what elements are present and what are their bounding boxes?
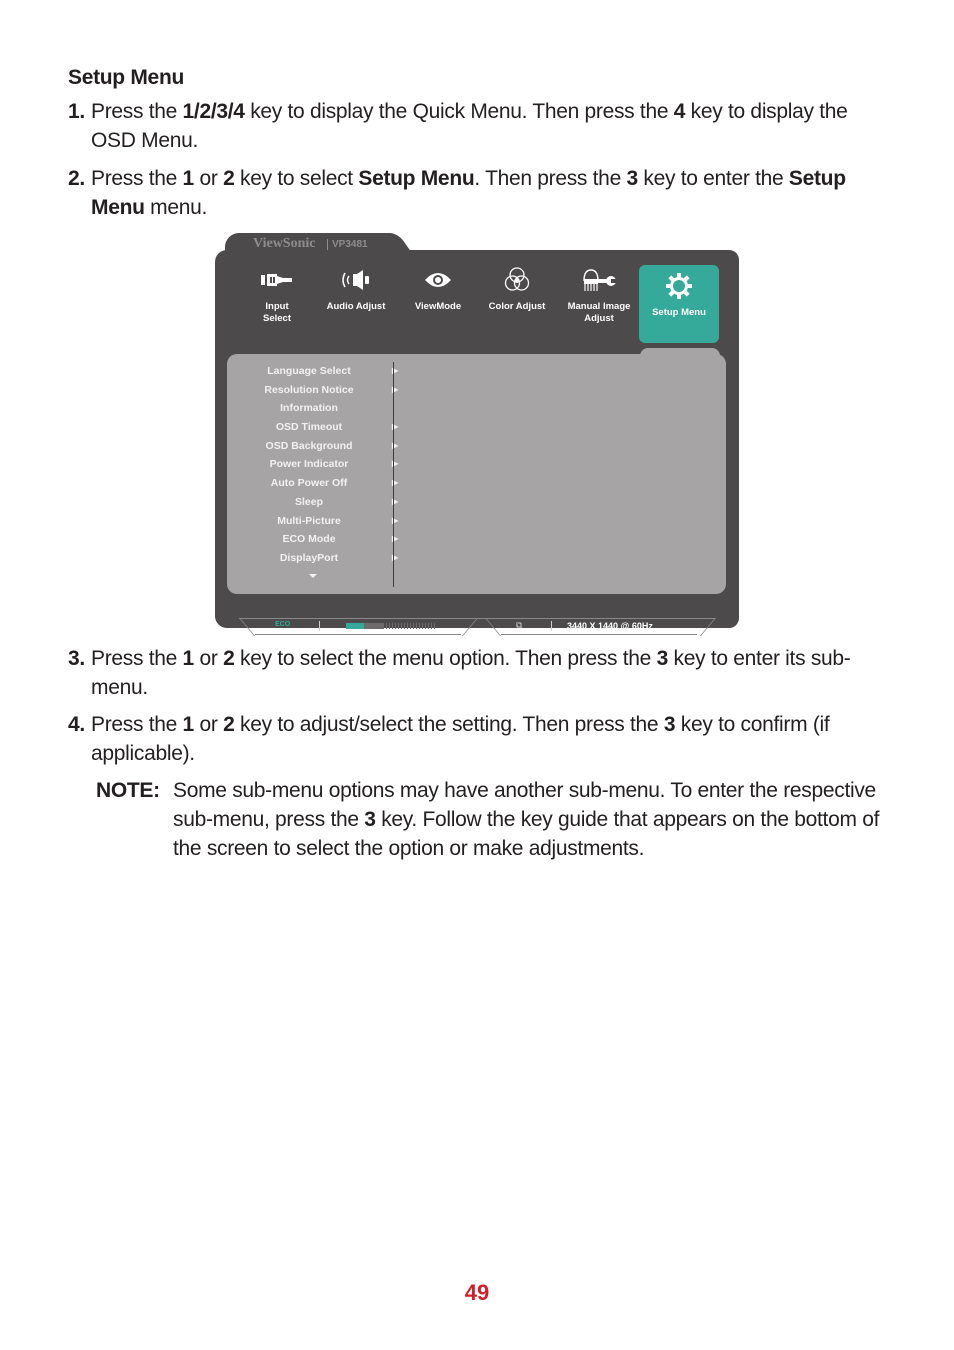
note-label: NOTE: [96, 779, 160, 802]
status-separator [319, 621, 320, 631]
gear-icon [639, 271, 719, 301]
step-number: 3. [68, 647, 85, 670]
model-name: VP3481 [327, 239, 368, 250]
nav-label: Color Adjust [488, 301, 546, 312]
step-4: 4. Press the 1 or 2 key to adjust/select… [68, 710, 888, 768]
menu-item-multi-picture[interactable]: Multi-Picture ▶ [239, 512, 399, 531]
page-number: 49 [464, 1280, 490, 1305]
nav-color-adjust[interactable]: Color Adjust [477, 265, 557, 313]
menu-item-sleep[interactable]: Sleep ▶ [239, 493, 399, 512]
status-bar: ECO ⧉ 3440 X 1440 @ 60Hz [239, 618, 716, 636]
input-source-icon: ⧉ [516, 620, 523, 630]
step-text: Press the 1/2/3/4 key to display the Qui… [91, 100, 848, 152]
osd-body: Input Select Audio Adjust ViewMode Color… [215, 250, 739, 636]
note-text: Some sub-menu options may have another s… [173, 779, 880, 860]
menu-item-language-select[interactable]: Language Select ▶ [239, 362, 399, 381]
nav-label: Audio Adjust [326, 301, 386, 312]
menu-item-power-indicator[interactable]: Power Indicator ▶ [239, 455, 399, 474]
input-select-icon [237, 265, 317, 295]
menu-item-information[interactable]: Information [239, 399, 399, 418]
speaker-icon [316, 265, 396, 295]
menu-item-eco-mode[interactable]: ECO Mode ▶ [239, 530, 399, 549]
menu-item-resolution-notice[interactable]: Resolution Notice ▶ [239, 381, 399, 400]
step-text: Press the 1 or 2 key to select Setup Men… [91, 167, 846, 219]
scroll-down-icon[interactable] [309, 574, 317, 578]
step-number: 4. [68, 713, 85, 736]
nav-label: ViewMode [414, 301, 462, 312]
nav-label: Input Select [263, 301, 291, 324]
step-text: Press the 1 or 2 key to select the menu … [91, 647, 851, 699]
menu-item-displayport[interactable]: DisplayPort ▶ [239, 549, 399, 568]
osd-menu-screenshot: ViewSonic VP3481 Input Select Audio Adju… [215, 232, 739, 636]
step-number: 2. [68, 167, 85, 190]
settings-panel: Language Select ▶ Resolution Notice ▶ Info… [227, 354, 726, 594]
nav-input-select[interactable]: Input Select [237, 265, 317, 325]
nav-setup-menu[interactable]: Setup Menu [639, 265, 719, 343]
step-3: 3. Press the 1 or 2 key to select the me… [68, 644, 888, 702]
level-bar-mid [364, 623, 384, 629]
section-title: Setup Menu [68, 66, 184, 89]
menu-item-osd-background[interactable]: OSD Background ▶ [239, 437, 399, 456]
hand-wrench-icon [559, 265, 639, 295]
level-bar-ticks [386, 623, 436, 629]
nav-label: Manual Image Adjust [567, 301, 631, 324]
level-bar-fill [346, 623, 364, 629]
step-1: 1. Press the 1/2/3/4 key to display the … [68, 97, 888, 155]
nav-label: Setup Menu [652, 307, 706, 318]
menu-item-auto-power-off[interactable]: Auto Power Off ▶ [239, 474, 399, 493]
color-circles-icon [477, 265, 557, 295]
step-2: 2. Press the 1 or 2 key to select Setup … [68, 164, 888, 222]
note: NOTE: Some sub-menu options may have ano… [96, 776, 886, 863]
eco-leaf-icon: ECO [275, 621, 291, 628]
menu-divider [393, 362, 394, 587]
nav-audio-adjust[interactable]: Audio Adjust [316, 265, 396, 313]
eye-icon [398, 265, 478, 295]
setup-menu-list: Language Select ▶ Resolution Notice ▶ Info… [239, 362, 399, 568]
resolution-readout: 3440 X 1440 @ 60Hz [567, 621, 653, 631]
step-number: 1. [68, 100, 85, 123]
nav-manual-image-adjust[interactable]: Manual Image Adjust [559, 265, 639, 325]
menu-item-osd-timeout[interactable]: OSD Timeout ▶ [239, 418, 399, 437]
nav-viewmode[interactable]: ViewMode [398, 265, 478, 313]
status-separator [551, 621, 552, 631]
step-text: Press the 1 or 2 key to adjust/select th… [91, 713, 830, 765]
